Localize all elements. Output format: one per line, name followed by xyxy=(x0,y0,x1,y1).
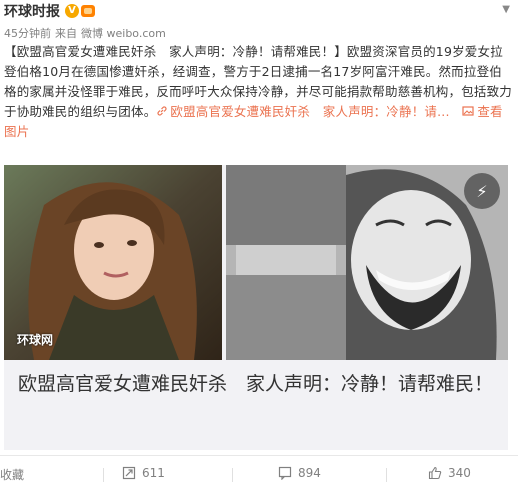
post-content: 【欧盟高官爱女遭难民奸杀 家人声明：冷静！请帮难民！】欧盟资深官员的19岁爱女拉… xyxy=(4,42,514,142)
comment-count: 894 xyxy=(298,466,321,480)
repost-button[interactable]: 611 xyxy=(122,466,165,480)
thumbs-up-icon xyxy=(428,466,442,480)
post-time[interactable]: 45分钟前 xyxy=(4,27,51,40)
divider xyxy=(103,468,104,482)
comment-icon xyxy=(278,466,292,480)
card-title[interactable]: 欧盟高官爱女遭难民奸杀 家人声明：冷静！请帮难民！ xyxy=(18,369,498,399)
picture-icon xyxy=(462,106,474,116)
article-photo-right[interactable]: ⚡ xyxy=(226,165,508,360)
article-card[interactable]: 环球网 ⚡ 欧盟高官爱女遭难民奸杀 家人声明：冷静！请帮难民！ xyxy=(4,165,508,450)
action-bar: 收藏 611 894 340 xyxy=(0,455,518,489)
divider xyxy=(386,468,387,482)
article-link-label: 欧盟高官爱女遭难民奸杀 家人声明：冷静！请... xyxy=(170,104,450,119)
repost-icon xyxy=(122,466,136,480)
divider xyxy=(232,468,233,482)
flash-icon[interactable]: ⚡ xyxy=(464,173,500,209)
favorite-button[interactable]: 收藏 xyxy=(0,466,24,483)
comment-button[interactable]: 894 xyxy=(278,466,321,480)
link-icon xyxy=(157,106,167,116)
like-button[interactable]: 340 xyxy=(428,466,471,480)
favorite-label: 收藏 xyxy=(0,468,25,482)
image-watermark: 环球网 xyxy=(17,333,54,347)
chevron-down-icon[interactable]: ▼ xyxy=(502,4,510,15)
author-name[interactable]: 环球时报 xyxy=(4,1,60,21)
author-row: 环球时报 V xyxy=(4,1,95,21)
post-headline: 【欧盟高官爱女遭难民奸杀 家人声明：冷静！请帮难民！】 xyxy=(4,44,347,59)
repost-count: 611 xyxy=(142,466,165,480)
member-icon xyxy=(81,5,95,17)
post-header: 环球时报 V ▼ 45分钟前 来自 微博 weibo.com xyxy=(0,0,518,44)
article-link[interactable]: 欧盟高官爱女遭难民奸杀 家人声明：冷静！请... xyxy=(156,104,449,119)
source-link[interactable]: 微博 weibo.com xyxy=(81,27,166,40)
verified-badge-icon: V xyxy=(65,4,79,18)
like-count: 340 xyxy=(448,466,471,480)
source-prefix: 来自 xyxy=(55,27,77,40)
post-meta: 45分钟前 来自 微博 weibo.com xyxy=(4,25,170,41)
article-photo-left[interactable]: 环球网 xyxy=(4,165,222,360)
